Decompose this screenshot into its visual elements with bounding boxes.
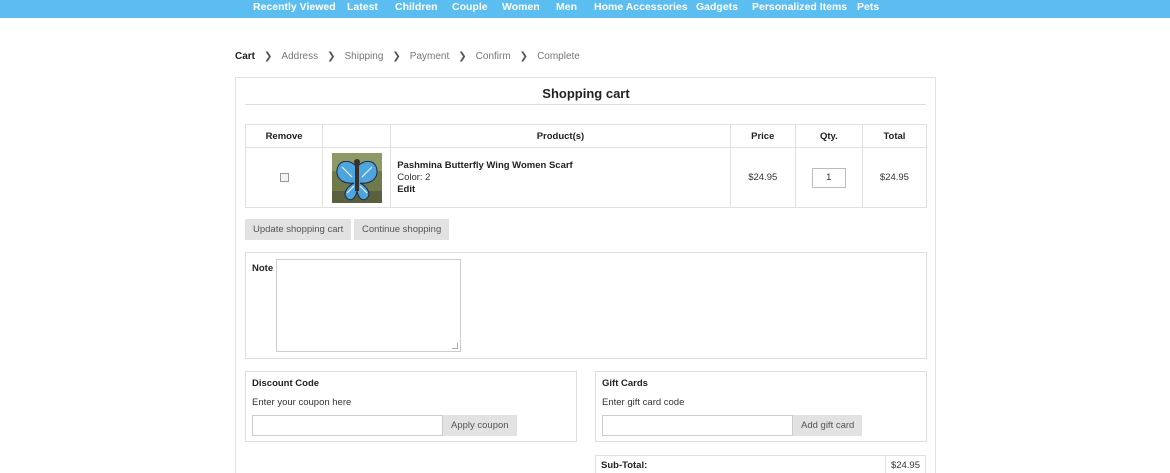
column-header-image <box>322 124 392 148</box>
image-cell <box>322 147 392 208</box>
top-nav-bar: Recently Viewed Latest Children Couple W… <box>0 0 1170 18</box>
column-header-remove: Remove <box>244 124 324 148</box>
subtotal-label: Sub-Total: <box>595 455 886 473</box>
cart-header-row: Remove Product(s) Price Qty. Total <box>244 124 928 148</box>
step-complete[interactable]: Complete <box>537 51 580 62</box>
title-divider <box>245 104 926 105</box>
nav-item-latest[interactable]: Latest <box>347 0 378 15</box>
butterfly-scarf-thumbnail[interactable] <box>331 152 382 203</box>
note-section: Note <box>245 252 927 359</box>
gift-cards-title: Gift Cards <box>602 378 648 389</box>
update-cart-button[interactable]: Update shopping cart <box>245 219 352 240</box>
discount-code-box: Discount Code Enter your coupon here App… <box>245 371 577 442</box>
total-cell: $24.95 <box>861 147 928 208</box>
nav-item-gadgets[interactable]: Gadgets <box>696 0 738 15</box>
nav-item-recently-viewed[interactable]: Recently Viewed <box>253 0 336 15</box>
subtotal-value: $24.95 <box>884 455 927 473</box>
qty-cell <box>794 147 863 208</box>
column-header-product: Product(s) <box>390 124 731 148</box>
nav-item-men[interactable]: Men <box>556 0 577 15</box>
column-header-total: Total <box>861 124 928 148</box>
step-shipping[interactable]: Shipping <box>344 51 383 62</box>
gift-card-input[interactable] <box>602 415 793 436</box>
step-payment[interactable]: Payment <box>410 51 449 62</box>
nav-item-couple[interactable]: Couple <box>452 0 488 15</box>
column-header-qty: Qty. <box>794 124 863 148</box>
step-cart[interactable]: Cart <box>235 51 255 62</box>
nav-item-home-accessories[interactable]: Home Accessories <box>594 0 688 15</box>
page-title: Shopping cart <box>542 86 630 101</box>
step-confirm[interactable]: Confirm <box>476 51 511 62</box>
table-row: Pashmina Butterfly Wing Women Scarf Colo… <box>244 147 928 208</box>
discount-hint: Enter your coupon here <box>252 397 352 408</box>
product-attributes: Color: 2 <box>397 171 431 183</box>
add-gift-card-button[interactable]: Add gift card <box>793 415 863 436</box>
column-header-price: Price <box>729 124 796 148</box>
product-name-link[interactable]: Pashmina Butterfly Wing Women Scarf <box>397 160 729 172</box>
resize-handle-icon[interactable] <box>452 343 458 349</box>
chevron-right-icon: ❯ <box>392 50 401 62</box>
remove-cell <box>244 147 324 208</box>
coupon-input[interactable] <box>252 415 443 436</box>
product-cell: Pashmina Butterfly Wing Women Scarf Colo… <box>390 147 731 208</box>
nav-item-pets[interactable]: Pets <box>857 0 879 15</box>
nav-item-personalized-items[interactable]: Personalized Items <box>752 0 847 15</box>
subtotal-row: Sub-Total: $24.95 <box>595 455 927 473</box>
order-totals: Sub-Total: $24.95 <box>595 455 927 473</box>
chevron-right-icon: ❯ <box>327 50 336 62</box>
nav-item-women[interactable]: Women <box>502 0 540 15</box>
edit-item-link[interactable]: Edit <box>397 184 729 196</box>
discount-title: Discount Code <box>252 378 320 389</box>
apply-coupon-button[interactable]: Apply coupon <box>443 415 517 436</box>
nav-item-children[interactable]: Children <box>395 0 438 15</box>
checkout-steps: Cart ❯ Address ❯ Shipping ❯ Payment ❯ Co… <box>235 49 580 63</box>
chevron-right-icon: ❯ <box>519 50 529 62</box>
continue-shopping-button[interactable]: Continue shopping <box>354 219 450 240</box>
price-cell: $24.95 <box>729 147 796 208</box>
note-textarea[interactable] <box>276 259 461 352</box>
chevron-right-icon: ❯ <box>458 50 467 62</box>
cart-table: Remove Product(s) Price Qty. Total Pashm… <box>244 124 928 208</box>
chevron-right-icon: ❯ <box>264 50 273 62</box>
step-address[interactable]: Address <box>281 51 318 62</box>
note-label: Note <box>252 263 274 274</box>
gift-cards-hint: Enter gift card code <box>602 397 685 408</box>
remove-checkbox[interactable] <box>279 172 289 182</box>
cart-panel: Shopping cart Remove Product(s) Price Qt… <box>235 77 936 473</box>
quantity-input[interactable] <box>811 167 846 188</box>
gift-cards-box: Gift Cards Enter gift card code Add gift… <box>595 371 927 442</box>
